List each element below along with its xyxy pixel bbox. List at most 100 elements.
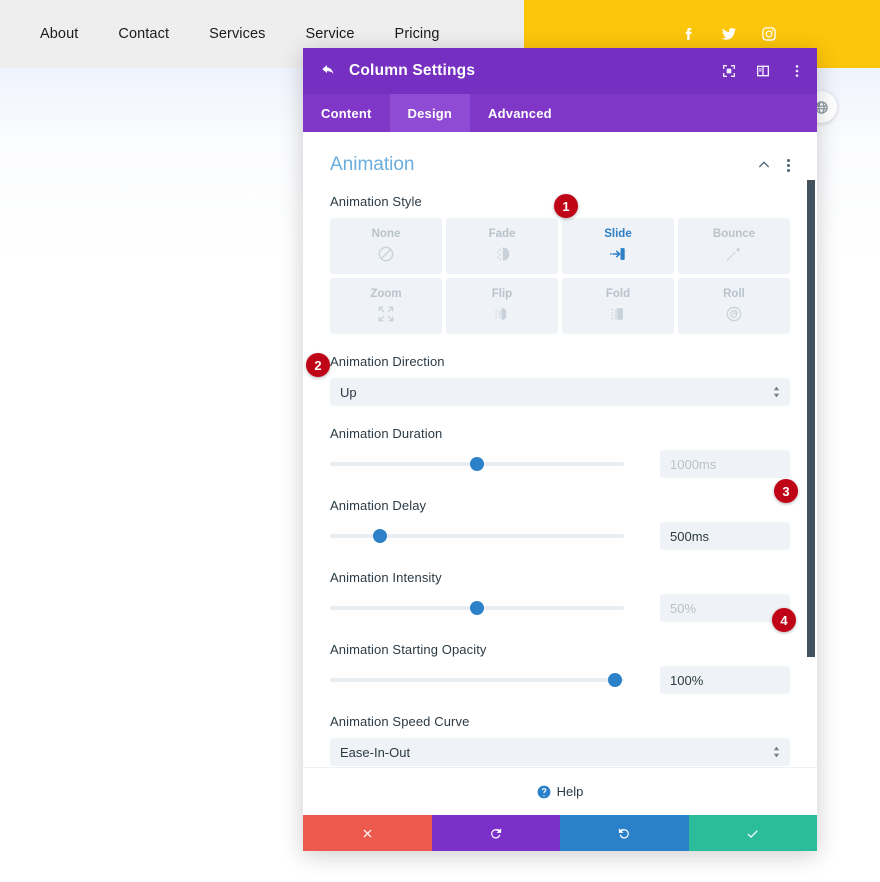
facebook-icon[interactable]: [680, 25, 698, 43]
tab-advanced[interactable]: Advanced: [470, 94, 570, 132]
animation-direction-group: Animation Direction Up: [303, 354, 817, 406]
animation-style-grid: None Fade Slide Bounce Zoom Flip Fold Ro…: [330, 218, 790, 334]
chevron-up-icon[interactable]: [756, 157, 772, 173]
style-option-bounce[interactable]: Bounce: [678, 218, 790, 274]
slider-track: [330, 678, 624, 682]
style-option-flip[interactable]: Flip: [446, 278, 558, 334]
modal-header: Column Settings: [303, 48, 817, 94]
undo-arrow-icon: [491, 827, 502, 838]
modal-body: Animation Animation Style None Fade Slid…: [303, 132, 817, 815]
style-option-label: Slide: [604, 228, 632, 240]
fullscreen-icon[interactable]: [721, 63, 737, 79]
slider-handle[interactable]: [608, 673, 623, 687]
style-option-roll[interactable]: Roll: [678, 278, 790, 334]
more-options-icon[interactable]: [789, 63, 805, 79]
split-view-icon[interactable]: [755, 63, 771, 79]
zoom-expand-icon: [375, 304, 397, 324]
nav-link-pricing[interactable]: Pricing: [375, 26, 460, 42]
animation-speed-curve-label: Animation Speed Curve: [330, 714, 470, 729]
style-option-label: Zoom: [370, 288, 402, 300]
animation-direction-label: Animation Direction: [330, 354, 445, 369]
none-circle-slash-icon: [375, 244, 397, 264]
animation-speed-curve-value: Ease-In-Out: [340, 744, 411, 760]
animation-direction-select[interactable]: Up: [330, 378, 790, 406]
close-x-icon: [363, 829, 372, 837]
style-option-label: None: [371, 228, 401, 240]
tab-design[interactable]: Design: [389, 94, 471, 132]
back-arrow-icon[interactable]: [319, 61, 339, 81]
redo-button[interactable]: [560, 815, 689, 851]
animation-starting-opacity-group: Animation Starting Opacity 100%: [303, 642, 817, 694]
style-option-label: Fold: [605, 288, 631, 300]
bounce-icon: [723, 244, 745, 264]
redo-arrow-icon: [618, 827, 629, 838]
tab-content[interactable]: Content: [303, 94, 390, 132]
animation-delay-slider[interactable]: [330, 526, 624, 546]
animation-intensity-group: Animation Intensity 50%: [303, 570, 817, 622]
animation-duration-label: Animation Duration: [330, 426, 443, 441]
slider-handle[interactable]: [372, 529, 387, 543]
animation-delay-input[interactable]: 500ms: [660, 522, 790, 550]
section-more-options-icon[interactable]: [786, 157, 790, 173]
checkmark-icon: [747, 829, 758, 838]
animation-section-header: Animation: [303, 132, 817, 176]
fade-icon: [491, 244, 513, 264]
style-option-label: Fade: [488, 228, 516, 240]
animation-duration-input[interactable]: 1000ms: [660, 450, 790, 478]
modal-header-actions: [721, 48, 805, 94]
help-question-icon: [537, 785, 551, 799]
nav-link-service[interactable]: Service: [285, 26, 374, 42]
animation-intensity-label: Animation Intensity: [330, 570, 442, 585]
slide-icon: [607, 244, 629, 264]
animation-duration-group: Animation Duration 1000ms: [303, 426, 817, 478]
animation-delay-label: Animation Delay: [330, 498, 427, 513]
animation-intensity-input[interactable]: 50%: [660, 594, 790, 622]
undo-button[interactable]: [431, 815, 560, 851]
settings-scrollbar-thumb[interactable]: [807, 180, 815, 657]
animation-starting-opacity-input[interactable]: 100%: [660, 666, 790, 694]
nav-link-about[interactable]: About: [20, 26, 98, 42]
animation-delay-group: Animation Delay 500ms: [303, 498, 817, 550]
style-option-label: Bounce: [712, 228, 756, 240]
chevron-updown-icon: [772, 385, 781, 399]
nav-link-contact[interactable]: Contact: [98, 26, 189, 42]
column-settings-modal: Column Settings Content Design Advanced …: [303, 48, 817, 851]
modal-title: Column Settings: [349, 62, 476, 79]
animation-starting-opacity-slider[interactable]: [330, 670, 624, 690]
nav-link-services[interactable]: Services: [189, 26, 285, 42]
animation-direction-value: Up: [340, 384, 357, 400]
flip-icon: [491, 304, 513, 324]
style-option-fade[interactable]: Fade: [446, 218, 558, 274]
animation-speed-curve-group: Animation Speed Curve Ease-In-Out: [303, 714, 817, 766]
chevron-updown-icon: [772, 745, 781, 759]
animation-duration-slider[interactable]: [330, 454, 624, 474]
slider-handle[interactable]: [470, 457, 484, 471]
instagram-icon[interactable]: [760, 25, 778, 43]
help-row[interactable]: Help: [303, 767, 817, 815]
help-label: Help: [556, 784, 584, 799]
animation-speed-curve-select[interactable]: Ease-In-Out: [330, 738, 790, 766]
annotation-badge-4: 4: [772, 608, 796, 632]
style-option-zoom[interactable]: Zoom: [330, 278, 442, 334]
annotation-badge-2: 2: [306, 353, 330, 377]
style-option-slide[interactable]: Slide: [562, 218, 674, 274]
cancel-button[interactable]: [303, 815, 432, 851]
fold-icon: [607, 304, 629, 324]
save-button[interactable]: [688, 815, 817, 851]
annotation-badge-3: 3: [774, 479, 798, 503]
style-option-fold[interactable]: Fold: [562, 278, 674, 334]
settings-scroll-area: Animation Animation Style None Fade Slid…: [303, 132, 817, 815]
animation-intensity-slider[interactable]: [330, 598, 624, 618]
annotation-badge-1: 1: [554, 194, 578, 218]
slider-handle[interactable]: [470, 601, 484, 615]
modal-tabbar: Content Design Advanced: [303, 94, 817, 132]
style-option-none[interactable]: None: [330, 218, 442, 274]
animation-section-title: Animation: [330, 154, 415, 175]
style-option-label: Roll: [723, 288, 745, 300]
settings-scrollbar-track[interactable]: [807, 132, 817, 815]
style-option-label: Flip: [491, 288, 513, 300]
animation-starting-opacity-label: Animation Starting Opacity: [330, 642, 487, 657]
roll-spiral-icon: [723, 304, 745, 324]
twitter-icon[interactable]: [720, 25, 738, 43]
modal-footer: [303, 815, 817, 851]
